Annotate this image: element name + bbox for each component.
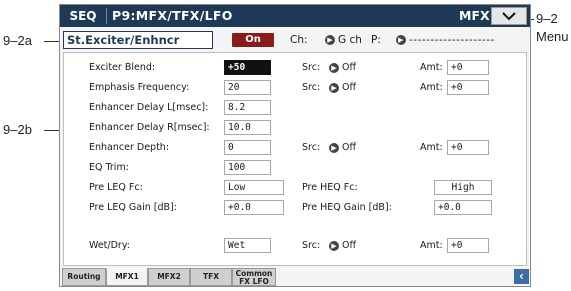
wet-dry-field[interactable]: Wet	[224, 238, 271, 253]
emphasis-frequency-src-label: Src:	[302, 82, 321, 93]
enhancer-depth-amt-label: Amt:	[420, 142, 443, 153]
screen: SEQ P9:MFX/TFX/LFO MFX1 St.Exciter/Enhnc…	[59, 4, 531, 287]
title-separator	[106, 8, 107, 24]
enhancer-depth-src-value: Off	[342, 142, 357, 153]
pre-leq-gain-field[interactable]: +0.0	[224, 200, 284, 215]
popup-arrow-icon: ▶	[329, 240, 339, 251]
emphasis-frequency-src-select[interactable]: ▶ Off	[329, 81, 356, 95]
enhancer-depth-amt-field[interactable]: +0	[447, 140, 489, 155]
exciter-blend-amt-label: Amt:	[420, 62, 443, 73]
emphasis-frequency-amt-field[interactable]: +0	[447, 80, 489, 95]
emphasis-frequency-field[interactable]: 20	[224, 80, 271, 95]
exciter-blend-label: Exciter Blend:	[89, 62, 156, 73]
emphasis-frequency-src-value: Off	[342, 82, 357, 93]
emphasis-frequency-label: Emphasis Frequency:	[89, 82, 190, 93]
exciter-blend-amt-field[interactable]: +0	[447, 60, 489, 75]
effect-type-select[interactable]: St.Exciter/Enhncr	[63, 31, 213, 49]
exciter-blend-field[interactable]: +50	[224, 60, 271, 75]
enhancer-depth-src-label: Src:	[302, 142, 321, 153]
wet-dry-label: Wet/Dry:	[89, 240, 130, 251]
tab-routing[interactable]: Routing	[62, 268, 106, 286]
exciter-blend-src-label: Src:	[302, 62, 321, 73]
chevron-left-icon: ‹	[519, 269, 524, 283]
tab-mfx1[interactable]: MFX1	[106, 268, 148, 286]
page-menu-button[interactable]	[491, 7, 527, 25]
channel-value: G ch	[338, 34, 362, 46]
enhancer-depth-label: Enhancer Depth:	[89, 142, 170, 153]
tab-tfx[interactable]: TFX	[190, 268, 232, 286]
pre-leq-fc-field[interactable]: Low	[224, 180, 284, 195]
popup-arrow-icon: ▶	[329, 82, 339, 93]
pre-leq-fc-label: Pre LEQ Fc:	[89, 182, 143, 193]
enhancer-delay-l-label: Enhancer Delay L[msec]:	[89, 102, 209, 113]
wet-dry-src-select[interactable]: ▶ Off	[329, 239, 356, 253]
popup-arrow-icon: ▶	[396, 35, 406, 45]
pre-leq-gain-label: Pre LEQ Gain [dB]:	[89, 202, 177, 213]
tab-scroll-button[interactable]: ‹	[514, 269, 529, 284]
enhancer-depth-src-select[interactable]: ▶ Off	[329, 141, 356, 155]
menu-caption-label: Menu	[536, 29, 569, 44]
pre-heq-gain-field[interactable]: +0.0	[434, 200, 492, 215]
tab-common-line2: FX LFO	[239, 277, 269, 286]
popup-arrow-icon: ▶	[329, 62, 339, 73]
program-label: P:	[371, 34, 381, 46]
wet-dry-amt-label: Amt:	[420, 240, 443, 251]
effect-header-row: St.Exciter/Enhncr On Ch: ▶ G ch P: ▶ -----…	[60, 30, 530, 50]
mode-label[interactable]: SEQ	[60, 5, 106, 27]
exciter-blend-src-value: Off	[342, 62, 357, 73]
enhancer-delay-l-field[interactable]: 8.2	[224, 100, 271, 115]
parameter-panel: Exciter Blend: +50 Src: ▶ Off Amt: +0 Emp…	[63, 52, 527, 266]
pre-heq-gain-label: Pre HEQ Gain [dB]:	[302, 202, 392, 213]
tab-common-fx-lfo[interactable]: Common FX LFO	[232, 268, 276, 286]
pre-heq-fc-field[interactable]: High	[434, 180, 492, 195]
exciter-blend-src-select[interactable]: ▶ Off	[329, 61, 356, 75]
program-select[interactable]: ▶ --------------------	[396, 32, 495, 48]
menu-ref-label: 9–2	[536, 11, 558, 26]
enhancer-depth-field[interactable]: 0	[224, 140, 271, 155]
wet-dry-amt-field[interactable]: +0	[447, 238, 489, 253]
wet-dry-src-value: Off	[342, 240, 357, 251]
eq-trim-label: EQ Trim:	[89, 162, 129, 173]
emphasis-frequency-amt-label: Amt:	[420, 82, 443, 93]
popup-arrow-icon: ▶	[325, 35, 335, 45]
eq-trim-field[interactable]: 100	[224, 160, 271, 175]
effect-on-button[interactable]: On	[232, 33, 274, 47]
chevron-down-icon	[502, 11, 516, 20]
pre-heq-fc-label: Pre HEQ Fc:	[302, 182, 358, 193]
params-ref-label: 9–2b	[3, 122, 32, 137]
wet-dry-src-label: Src:	[302, 240, 321, 251]
title-bar: SEQ P9:MFX/TFX/LFO MFX1	[60, 5, 530, 27]
tab-mfx2[interactable]: MFX2	[148, 268, 190, 286]
enhancer-delay-r-field[interactable]: 10.0	[224, 120, 271, 135]
page-title: P9:MFX/TFX/LFO	[112, 8, 233, 23]
channel-select[interactable]: ▶ G ch	[325, 32, 362, 48]
enhancer-delay-r-label: Enhancer Delay R[msec]:	[89, 122, 210, 133]
program-value: --------------------	[409, 34, 495, 46]
fx-ref-label: 9–2a	[3, 33, 32, 48]
popup-arrow-icon: ▶	[329, 142, 339, 153]
channel-label: Ch:	[290, 34, 308, 46]
page-tabs: Routing MFX1 MFX2 TFX Common FX LFO ‹	[60, 268, 530, 286]
